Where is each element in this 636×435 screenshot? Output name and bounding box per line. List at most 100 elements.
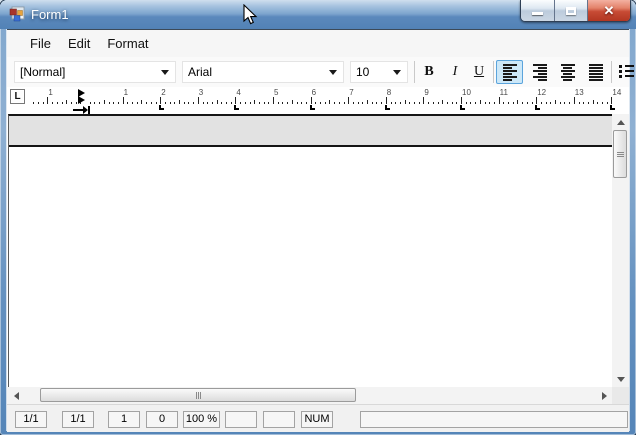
ruler-tick xyxy=(123,97,124,104)
ruler-number: 6 xyxy=(312,88,316,97)
underline-button[interactable]: U xyxy=(468,60,490,84)
ruler-tick xyxy=(297,102,298,104)
document-area xyxy=(7,114,629,387)
ruler-tick xyxy=(71,102,72,104)
ruler-tick xyxy=(358,102,359,104)
horizontal-scrollbar-thumb[interactable] xyxy=(40,388,356,402)
ruler-tick xyxy=(170,102,171,104)
ruler-tick xyxy=(325,102,326,104)
ruler-tick xyxy=(76,102,77,104)
scroll-left-button[interactable] xyxy=(8,387,24,404)
ruler-tick xyxy=(555,100,556,104)
ruler-tick xyxy=(231,102,232,104)
close-button[interactable]: ✕ xyxy=(587,0,630,21)
chevron-down-icon[interactable] xyxy=(329,70,337,75)
ruler-tick xyxy=(43,102,44,104)
tab-stop-marker[interactable] xyxy=(310,105,315,110)
status-panel-5 xyxy=(225,411,257,428)
tab-stop-marker[interactable] xyxy=(460,105,465,110)
menu-item-file[interactable]: File xyxy=(30,36,51,51)
ruler-tick xyxy=(433,102,434,104)
menu-item-format[interactable]: Format xyxy=(107,36,148,51)
ruler-tick xyxy=(579,102,580,104)
font-size-combobox[interactable]: 10 xyxy=(350,61,408,83)
arrow-right-icon xyxy=(602,392,607,400)
font-family-combobox[interactable]: Arial xyxy=(182,61,344,83)
ruler-tick xyxy=(282,102,283,104)
ruler-tick xyxy=(475,102,476,104)
ruler-tick xyxy=(353,102,354,104)
status-panel-2: 1 xyxy=(108,411,140,428)
paragraph-style-combobox[interactable]: [Normal] xyxy=(14,61,176,83)
tab-stop-marker[interactable] xyxy=(234,105,239,110)
ruler-tick xyxy=(156,102,157,104)
title-bar[interactable]: Form1 ✕ xyxy=(0,0,636,29)
minimize-icon xyxy=(532,12,543,15)
align-right-button[interactable] xyxy=(527,60,552,84)
tab-arrow-marker[interactable] xyxy=(73,106,91,114)
ruler-number: 13 xyxy=(575,88,584,97)
ruler-tick xyxy=(146,102,147,104)
ruler-tick xyxy=(66,100,67,104)
ruler-tick xyxy=(151,102,152,104)
ruler-tick xyxy=(184,102,185,104)
ruler-tick xyxy=(517,100,518,104)
tab-stop-marker[interactable] xyxy=(610,105,615,110)
ruler-tick xyxy=(405,100,406,104)
chevron-down-icon[interactable] xyxy=(161,70,169,75)
ruler-tick xyxy=(367,100,368,104)
ruler-tick xyxy=(447,102,448,104)
status-bar: 1/11/110100 %NUM xyxy=(7,404,629,432)
menu-bar: File Edit Format xyxy=(7,30,629,57)
ruler[interactable]: L 11234567891011121314 xyxy=(7,87,629,114)
scroll-right-button[interactable] xyxy=(596,387,612,404)
italic-button[interactable]: I xyxy=(444,60,466,84)
ruler-tick xyxy=(193,102,194,104)
bullet-list-button[interactable] xyxy=(614,60,636,84)
ruler-tick xyxy=(104,100,105,104)
arrow-left-icon xyxy=(14,392,19,400)
vertical-scrollbar-thumb[interactable] xyxy=(613,130,627,178)
bold-icon: B xyxy=(424,64,433,80)
align-left-button[interactable] xyxy=(496,60,523,84)
tab-stop-marker[interactable] xyxy=(535,105,540,110)
ruler-tick xyxy=(414,102,415,104)
ruler-number: 11 xyxy=(500,88,508,97)
ruler-tick xyxy=(508,102,509,104)
font-family-value: Arial xyxy=(188,65,212,79)
bold-button[interactable]: B xyxy=(418,60,440,84)
align-center-button[interactable] xyxy=(555,60,580,84)
maximize-button[interactable] xyxy=(554,0,587,21)
justify-button[interactable] xyxy=(583,60,608,84)
ruler-tick xyxy=(494,102,495,104)
app-window: Form1 ✕ File Edit Format [Normal] xyxy=(0,0,636,435)
ruler-tick xyxy=(522,102,523,104)
ruler-number: 7 xyxy=(349,88,353,97)
ruler-tick xyxy=(607,102,608,104)
ruler-tick xyxy=(174,102,175,104)
vertical-scrollbar[interactable] xyxy=(612,114,629,387)
ruler-tick xyxy=(137,102,138,104)
chevron-down-icon[interactable] xyxy=(393,70,401,75)
scroll-down-button[interactable] xyxy=(612,371,629,387)
ruler-tick xyxy=(593,100,594,104)
scrollbar-corner xyxy=(612,387,629,404)
ruler-tick xyxy=(311,97,312,104)
ruler-tick xyxy=(264,102,265,104)
minimize-button[interactable] xyxy=(521,0,554,21)
horizontal-scrollbar[interactable] xyxy=(8,387,612,404)
italic-icon: I xyxy=(453,64,458,80)
indent-marker[interactable] xyxy=(78,89,86,104)
menu-item-edit[interactable]: Edit xyxy=(68,36,90,51)
tab-stop-marker[interactable] xyxy=(385,105,390,110)
document-page[interactable] xyxy=(8,114,612,387)
ruler-tick xyxy=(391,102,392,104)
caption-button-group: ✕ xyxy=(520,0,631,22)
ruler-tick xyxy=(226,102,227,104)
tab-alignment-selector[interactable]: L xyxy=(10,89,25,104)
ruler-tick xyxy=(602,102,603,104)
ruler-tick xyxy=(235,97,236,104)
tab-stop-marker[interactable] xyxy=(159,105,164,110)
scroll-up-button[interactable] xyxy=(612,114,629,130)
ruler-tick xyxy=(423,97,424,104)
